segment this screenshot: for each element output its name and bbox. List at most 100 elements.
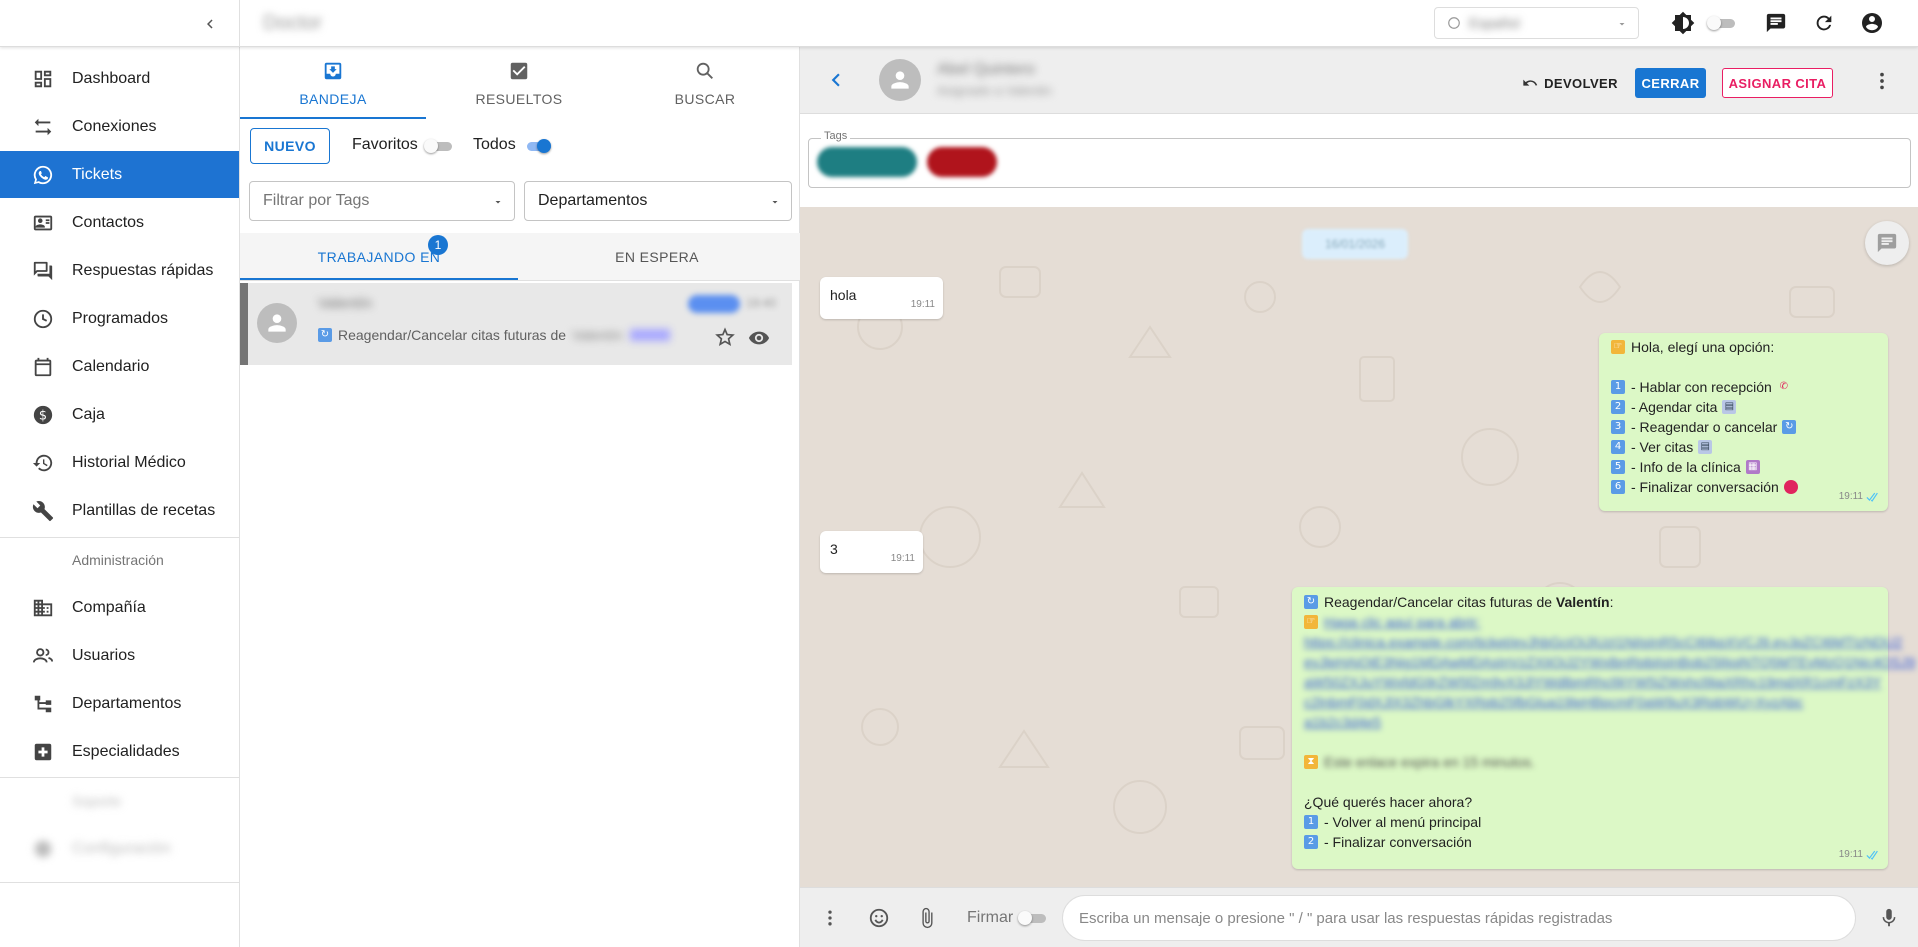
- dashboard-icon: [31, 67, 55, 91]
- tickets-panel: BANDEJA RESUELTOS BUSCAR NUEVO Favoritos…: [240, 47, 800, 947]
- tab-en-espera[interactable]: EN ESPERA: [518, 233, 796, 281]
- all-toggle[interactable]: [523, 139, 553, 153]
- sign-toggle[interactable]: [1018, 911, 1048, 925]
- tab-buscar[interactable]: BUSCAR: [612, 47, 798, 119]
- more-vert-icon[interactable]: [818, 906, 842, 930]
- account-icon[interactable]: [1859, 10, 1885, 36]
- eye-icon[interactable]: [748, 327, 770, 349]
- new-ticket-button[interactable]: NUEVO: [250, 128, 330, 164]
- quick-reply-icon: [31, 259, 55, 283]
- inbox-icon: [322, 60, 344, 85]
- sidebar-item-departamentos[interactable]: Departamentos: [0, 680, 239, 727]
- sign-label: Firmar: [967, 909, 1014, 926]
- favorites-toggle[interactable]: [424, 139, 454, 153]
- sidebar-item-conexiones[interactable]: Conexiones: [0, 103, 239, 150]
- chat-icon[interactable]: [1763, 10, 1789, 36]
- sidebar: Dashboard Conexiones Tickets Contactos R…: [0, 47, 240, 947]
- attach-icon[interactable]: [915, 906, 939, 930]
- sidebar-item-programados[interactable]: Programados: [0, 295, 239, 342]
- refresh-icon[interactable]: [1811, 10, 1837, 36]
- person-icon: [268, 314, 286, 332]
- sidebar-item-compania[interactable]: Compañía: [0, 584, 239, 631]
- message-bubble-incoming[interactable]: hola 19:11: [820, 277, 943, 319]
- red-circle-emoji-icon: [1783, 480, 1798, 494]
- message-line: 1- Hablar con recepción ✆: [1611, 377, 1876, 397]
- message-link[interactable]: c2lnbmF0dXJlX3ZhbGlkYXRpb25fbGlua19leHBp…: [1304, 692, 1803, 712]
- notes-button[interactable]: [1865, 221, 1909, 265]
- chat-header: Abel Quintero Asignado a Valentin DEVOLV…: [800, 47, 1918, 114]
- more-vert-icon[interactable]: [1871, 70, 1893, 92]
- ticket-preview-blurred: Valentín: [572, 327, 623, 343]
- sidebar-item-tickets[interactable]: Tickets: [0, 151, 239, 198]
- ticket-preview-text: Reagendar/Cancelar citas futuras de: [338, 327, 567, 343]
- repeat-emoji-icon: ↻: [1782, 420, 1797, 434]
- message-input[interactable]: Escriba un mensaje o presione " / " para…: [1062, 895, 1856, 941]
- back-arrow-icon[interactable]: [823, 67, 849, 93]
- microphone-icon[interactable]: [1877, 906, 1901, 930]
- brightness-icon[interactable]: [1670, 10, 1696, 36]
- message-line: ☞ Hola, elegí una opción:: [1611, 337, 1876, 357]
- sidebar-item-label: Caja: [72, 405, 105, 423]
- person-icon: [891, 71, 909, 89]
- message-blurred-text: Este enlace expira en 15 minutos.: [1324, 754, 1535, 770]
- tab-label: BUSCAR: [674, 90, 736, 107]
- tag-chip[interactable]: [817, 147, 917, 177]
- message-bubble-incoming[interactable]: 3 19:11: [820, 531, 923, 573]
- keycap-3-icon: 3: [1611, 420, 1625, 434]
- sidebar-item-configuracion[interactable]: Configuración: [0, 825, 239, 872]
- ticket-time: 19:40: [746, 296, 777, 310]
- departments-select[interactable]: Departamentos: [524, 181, 792, 221]
- tab-trabajando-en[interactable]: TRABAJANDO EN: [240, 233, 518, 281]
- appbar-divider: [239, 0, 240, 47]
- message-composer: Firmar Escriba un mensaje o presione " /…: [800, 887, 1918, 947]
- tag-chip[interactable]: [927, 147, 997, 177]
- keycap-6-icon: 6: [1611, 480, 1625, 494]
- message-link[interactable]: https://clinica.example.com/ticket/eyJhb…: [1304, 632, 1902, 652]
- chevron-down-icon: [495, 201, 501, 204]
- contact-avatar[interactable]: [879, 59, 921, 101]
- message-link[interactable]: eyJleHAiOjE3Njg1MDAwMDAsInVzZXIiOiJ2YWxl…: [1304, 652, 1915, 672]
- swap-icon: [31, 115, 55, 139]
- sidebar-item-plantillas-de-recetas[interactable]: Plantillas de recetas: [0, 487, 239, 534]
- sidebar-item-calendario[interactable]: Calendario: [0, 343, 239, 390]
- keycap-1-icon: 1: [1611, 380, 1625, 394]
- tab-resueltos[interactable]: RESUELTOS: [426, 47, 612, 119]
- message-link[interactable]: Haga clic aquí para abrir:: [1324, 612, 1480, 632]
- language-select[interactable]: Español: [1434, 7, 1639, 39]
- support-section-header: Soporte: [72, 793, 122, 809]
- message-bubble-outgoing[interactable]: ↻ Reagendar/Cancelar citas futuras de Va…: [1292, 587, 1915, 869]
- hourglass-emoji-icon: ⧗: [1304, 755, 1318, 769]
- message-bubble-outgoing[interactable]: ☞ Hola, elegí una opción: 1- Hablar con r…: [1599, 333, 1888, 511]
- message-link[interactable]: aW50ZXJuYWxfdG9rZW5fZm9yX3JlYWdlbmRhcl9j…: [1304, 672, 1881, 692]
- building-icon: [31, 596, 55, 620]
- chat-messages-area[interactable]: 16/01/2026 hola 19:11 ☞ Hola, elegí una o…: [800, 207, 1918, 887]
- message-link[interactable]: a1b2c3d4e5: [1304, 712, 1381, 732]
- tab-bandeja[interactable]: BANDEJA: [240, 47, 426, 119]
- sidebar-item-label: Programados: [72, 309, 169, 327]
- message-line: 2- Agendar cita ▤: [1611, 397, 1876, 417]
- tab-label: RESUELTOS: [475, 90, 563, 107]
- message-line: a1b2c3d4e5: [1304, 712, 1876, 732]
- sidebar-item-respuestas-rapidas[interactable]: Respuestas rápidas: [0, 247, 239, 294]
- sidebar-item-especialidades[interactable]: Especialidades: [0, 728, 239, 775]
- ticket-list-item[interactable]: Valentín 19:40 ↻ Reagendar/Cancelar cita…: [240, 283, 792, 365]
- star-outline-icon[interactable]: [715, 327, 735, 347]
- undo-icon: [1523, 79, 1538, 86]
- emoji-icon[interactable]: [867, 906, 891, 930]
- tag-filter-select[interactable]: Filtrar por Tags: [249, 181, 515, 221]
- sidebar-item-dashboard[interactable]: Dashboard: [0, 55, 239, 102]
- close-ticket-button[interactable]: CERRAR: [1635, 68, 1706, 98]
- calendar-emoji-icon: ▤: [1722, 400, 1737, 414]
- assign-appointment-button[interactable]: ASIGNAR CITA: [1722, 68, 1833, 98]
- sidebar-item-historial-medico[interactable]: Historial Médico: [0, 439, 239, 486]
- return-button[interactable]: DEVOLVER: [1520, 68, 1620, 98]
- all-label: Todos: [473, 136, 516, 153]
- message-line: [1611, 357, 1876, 377]
- sidebar-item-caja[interactable]: $ Caja: [0, 391, 239, 438]
- chevron-left-icon[interactable]: [196, 10, 224, 38]
- sidebar-item-contactos[interactable]: Contactos: [0, 199, 239, 246]
- theme-toggle[interactable]: [1707, 16, 1737, 30]
- sidebar-item-label: Respuestas rápidas: [72, 261, 214, 279]
- sidebar-item-usuarios[interactable]: Usuarios: [0, 632, 239, 679]
- language-value: Español: [1469, 15, 1520, 31]
